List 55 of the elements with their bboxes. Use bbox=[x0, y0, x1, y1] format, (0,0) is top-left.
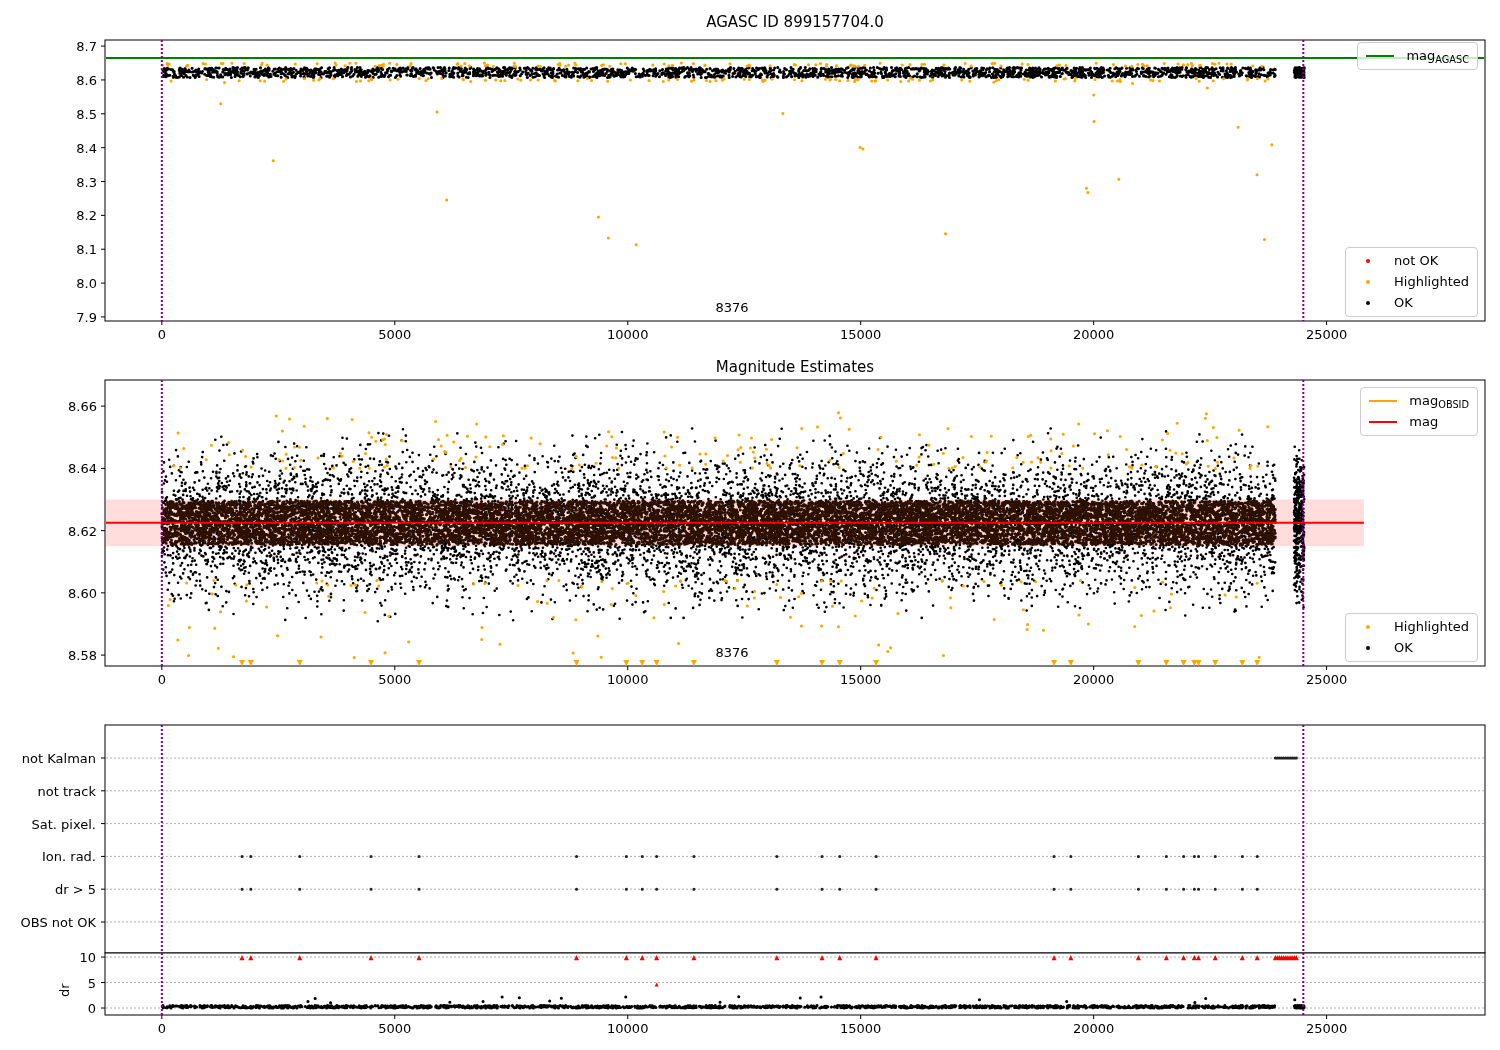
x-tick-label: 10000 bbox=[607, 672, 649, 687]
x-tick-label: 5000 bbox=[378, 327, 412, 342]
legend-label: Highlighted bbox=[1394, 273, 1469, 292]
y-tick-label: 8.60 bbox=[68, 585, 97, 601]
annotation-label: 8376 bbox=[715, 645, 749, 660]
y-tick-label: 8.66 bbox=[68, 399, 97, 415]
annotation-label: 8376 bbox=[715, 300, 749, 315]
x-tick-label: 25000 bbox=[1305, 327, 1348, 342]
chart-title: Magnitude Estimates bbox=[715, 358, 875, 376]
legend-label: OK bbox=[1394, 294, 1413, 313]
x-tick-label: 0 bbox=[157, 672, 166, 687]
y-axis-label: dr bbox=[57, 983, 72, 997]
y-tick-label: 5 bbox=[87, 975, 96, 991]
legend-label: Highlighted bbox=[1394, 618, 1469, 637]
x-tick-label: 15000 bbox=[840, 672, 882, 687]
flag-label: dr > 5 bbox=[54, 882, 96, 898]
x-tick-label: 5000 bbox=[378, 1021, 412, 1036]
x-tick-label: 20000 bbox=[1072, 672, 1115, 687]
y-tick-label: 8.5 bbox=[76, 106, 97, 122]
legend-label: mag bbox=[1409, 413, 1439, 432]
y-tick-label: 8.62 bbox=[68, 523, 97, 539]
x-tick-label: 15000 bbox=[840, 327, 882, 342]
y-tick-label: 0 bbox=[87, 1001, 96, 1016]
y-tick-label: 10 bbox=[79, 950, 96, 966]
legend-label: OK bbox=[1394, 639, 1413, 658]
y-tick-label: 8.7 bbox=[76, 39, 97, 55]
x-tick-label: 10000 bbox=[607, 1021, 649, 1036]
flag-label: not Kalman bbox=[21, 751, 96, 766]
flag-label: not track bbox=[37, 783, 96, 799]
x-tick-label: 5000 bbox=[378, 672, 412, 687]
y-tick-label: 8.58 bbox=[68, 648, 97, 664]
y-tick-label: 7.9 bbox=[76, 309, 97, 325]
y-tick-label: 8.1 bbox=[76, 242, 97, 258]
flag-label: Ion. rad. bbox=[42, 849, 96, 865]
legend-label: not OK bbox=[1394, 252, 1439, 271]
x-tick-label: 25000 bbox=[1305, 1021, 1348, 1036]
x-tick-label: 20000 bbox=[1072, 1021, 1115, 1036]
x-tick-label: 10000 bbox=[607, 327, 649, 342]
x-tick-label: 15000 bbox=[840, 1021, 882, 1036]
kalman-flag-markers bbox=[1273, 756, 1298, 760]
x-tick-label: 0 bbox=[157, 327, 166, 342]
x-tick-label: 20000 bbox=[1072, 327, 1115, 342]
y-tick-label: 8.0 bbox=[76, 276, 97, 292]
x-tick-label: 0 bbox=[157, 1021, 166, 1036]
y-tick-label: 8.2 bbox=[76, 208, 97, 224]
y-tick-label: 8.64 bbox=[68, 461, 97, 477]
flag-label: OBS not OK bbox=[20, 915, 96, 930]
y-tick-label: 8.4 bbox=[76, 140, 97, 156]
flag-label: Sat. pixel. bbox=[31, 816, 96, 832]
chart-title: AGASC ID 899157704.0 bbox=[706, 13, 884, 31]
y-tick-label: 8.3 bbox=[76, 174, 97, 190]
y-tick-label: 8.6 bbox=[76, 72, 97, 88]
legend-label: mag$_{OBSID}$ bbox=[1409, 392, 1469, 411]
legend-label: mag$_{AGASC}$ bbox=[1406, 47, 1469, 66]
x-tick-label: 25000 bbox=[1305, 672, 1348, 687]
